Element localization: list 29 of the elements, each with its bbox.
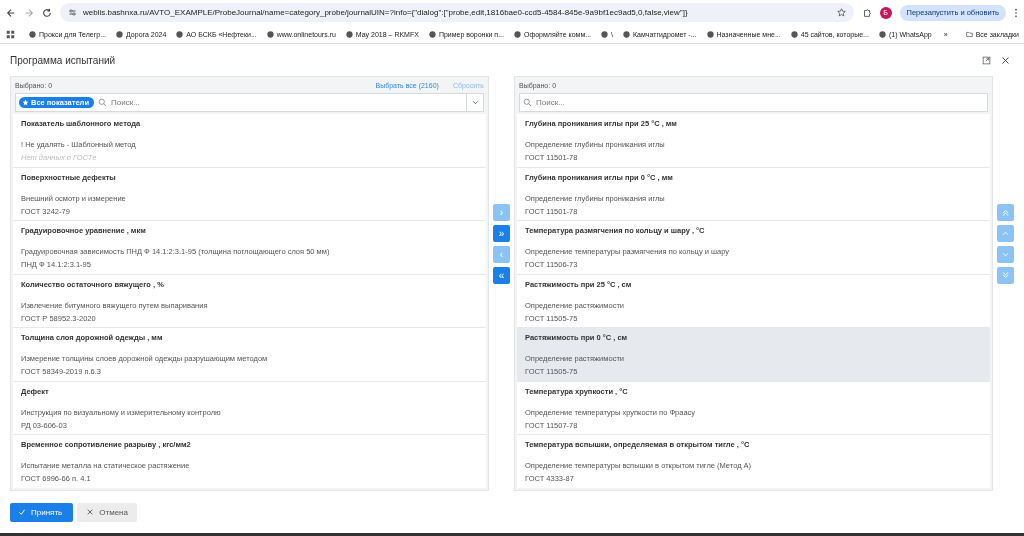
- star-icon: [22, 99, 29, 106]
- search-input[interactable]: Поиск...: [536, 98, 987, 107]
- close-icon[interactable]: [1001, 55, 1010, 65]
- search-input[interactable]: Поиск...: [111, 98, 462, 107]
- cancel-button[interactable]: Отмена: [77, 502, 137, 522]
- search-icon: [523, 98, 532, 107]
- search-icon: [98, 98, 107, 107]
- apps-grid-icon[interactable]: [6, 29, 15, 39]
- checkmark-icon: [18, 508, 26, 516]
- transfer-button[interactable]: «: [493, 266, 510, 284]
- reload-icon[interactable]: [42, 7, 52, 18]
- chevron-down-icon: [470, 98, 480, 107]
- folder-icon: [965, 30, 973, 38]
- close-icon: [86, 508, 95, 516]
- pop-out-icon[interactable]: [982, 55, 991, 65]
- dialog-title: Программа испытаний: [10, 54, 116, 66]
- back-icon[interactable]: [6, 7, 16, 18]
- chevron-down-icon: [1001, 270, 1010, 280]
- menu-icon[interactable]: [1014, 7, 1018, 18]
- search-field[interactable]: Поиск...: [519, 93, 988, 112]
- address-bar[interactable]: weblis.bashnxa.ru/AVTO_EXAMPLE/ProbeJournal/name=category_probe/journalUIN=?info={"dialog":["probe,edit,1816bae0-ccd5-4584-845e-9a9bf1ec9ad5,0,false,view"]}: [60, 3, 854, 22]
- star-icon[interactable]: [836, 8, 846, 17]
- chevron-up-icon: [1001, 207, 1010, 217]
- transfer-button[interactable]: »: [493, 224, 510, 242]
- accept-button[interactable]: Принять: [10, 502, 74, 522]
- forward-icon[interactable]: [24, 7, 34, 18]
- url-text: weblis.bashnxa.ru/AVTO_EXAMPLE/ProbeJournal/name=category_probe/journalUIN=?info={"dialog":["probe,edit,1816bae0-ccd5-4584-845e-9a9bf1ec9ad5,0,false,view"]}: [83, 8, 689, 17]
- extensions-icon[interactable]: [861, 7, 872, 18]
- site-info-icon[interactable]: [68, 8, 77, 17]
